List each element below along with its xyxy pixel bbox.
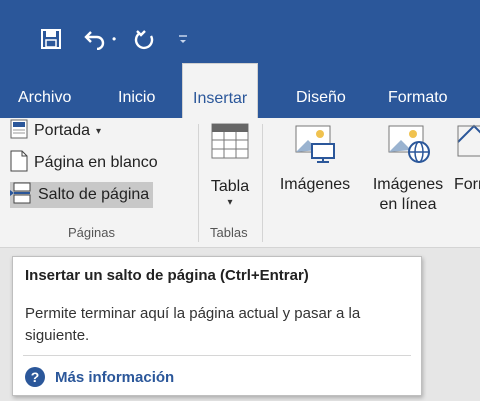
tooltip-title: Insertar un salto de página (Ctrl+Entrar… (25, 267, 309, 284)
imagenes-en-linea-button[interactable]: Imágenes en línea (360, 118, 456, 215)
imagenes-button[interactable]: Imágenes (270, 118, 360, 195)
tabla-button[interactable]: Tabla ▾ (204, 118, 256, 208)
portada-button[interactable]: Portada ▾ (10, 118, 105, 144)
group-divider (198, 124, 199, 242)
tab-inicio[interactable]: Inicio (108, 78, 165, 118)
ribbon-tabs: Archivo Inicio Insertar Diseño Formato (0, 63, 480, 119)
tab-archivo[interactable]: Archivo (8, 78, 81, 118)
tab-formato[interactable]: Formato (378, 78, 458, 118)
shapes-icon (454, 122, 480, 169)
paginas-group-label: Páginas (68, 225, 115, 240)
formas-button[interactable]: Form (454, 118, 480, 195)
more-info-label: Más información (55, 368, 175, 386)
quick-access-toolbar: • (36, 24, 192, 54)
tab-diseno[interactable]: Diseño (286, 78, 356, 118)
tooltip-body: Permite terminar aquí la página actual y… (25, 305, 361, 344)
pictures-icon (292, 122, 338, 169)
formas-label: Form (454, 176, 480, 193)
online-pictures-icon (385, 122, 431, 169)
blank-page-icon (10, 150, 28, 177)
tablas-group-label: Tablas (210, 225, 248, 240)
help-icon: ? (25, 367, 45, 387)
cover-page-icon (10, 119, 28, 144)
page-break-icon (10, 182, 32, 209)
pagina-en-blanco-label: Página en blanco (34, 154, 158, 171)
salto-de-pagina-button[interactable]: Salto de página (10, 182, 154, 209)
tooltip: Insertar un salto de página (Ctrl+Entrar… (12, 256, 422, 396)
group-divider (262, 124, 263, 242)
pagina-en-blanco-button[interactable]: Página en blanco (10, 150, 162, 176)
redo-icon[interactable] (130, 24, 160, 54)
chevron-down-icon[interactable]: • (112, 32, 116, 46)
tab-insertar[interactable]: Insertar (182, 63, 259, 119)
more-info-link[interactable]: ? Más información (25, 367, 174, 387)
imagenes-en-linea-label-2: en línea (379, 196, 437, 213)
tabla-label: Tabla (210, 178, 250, 195)
imagenes-label: Imágenes (279, 176, 351, 193)
table-icon (210, 122, 250, 165)
chevron-down-icon: ▾ (227, 197, 233, 208)
salto-de-pagina-label: Salto de página (38, 186, 150, 203)
tooltip-divider (23, 355, 411, 356)
save-icon[interactable] (36, 24, 66, 54)
chevron-down-icon: ▾ (96, 125, 102, 137)
portada-label: Portada (34, 122, 91, 139)
undo-icon[interactable] (80, 24, 110, 54)
ribbon-panel: Portada ▾ Página en blanco Salto de pági… (0, 118, 480, 248)
customize-qat-icon[interactable] (174, 24, 192, 54)
imagenes-en-linea-label-1: Imágenes (372, 176, 444, 193)
